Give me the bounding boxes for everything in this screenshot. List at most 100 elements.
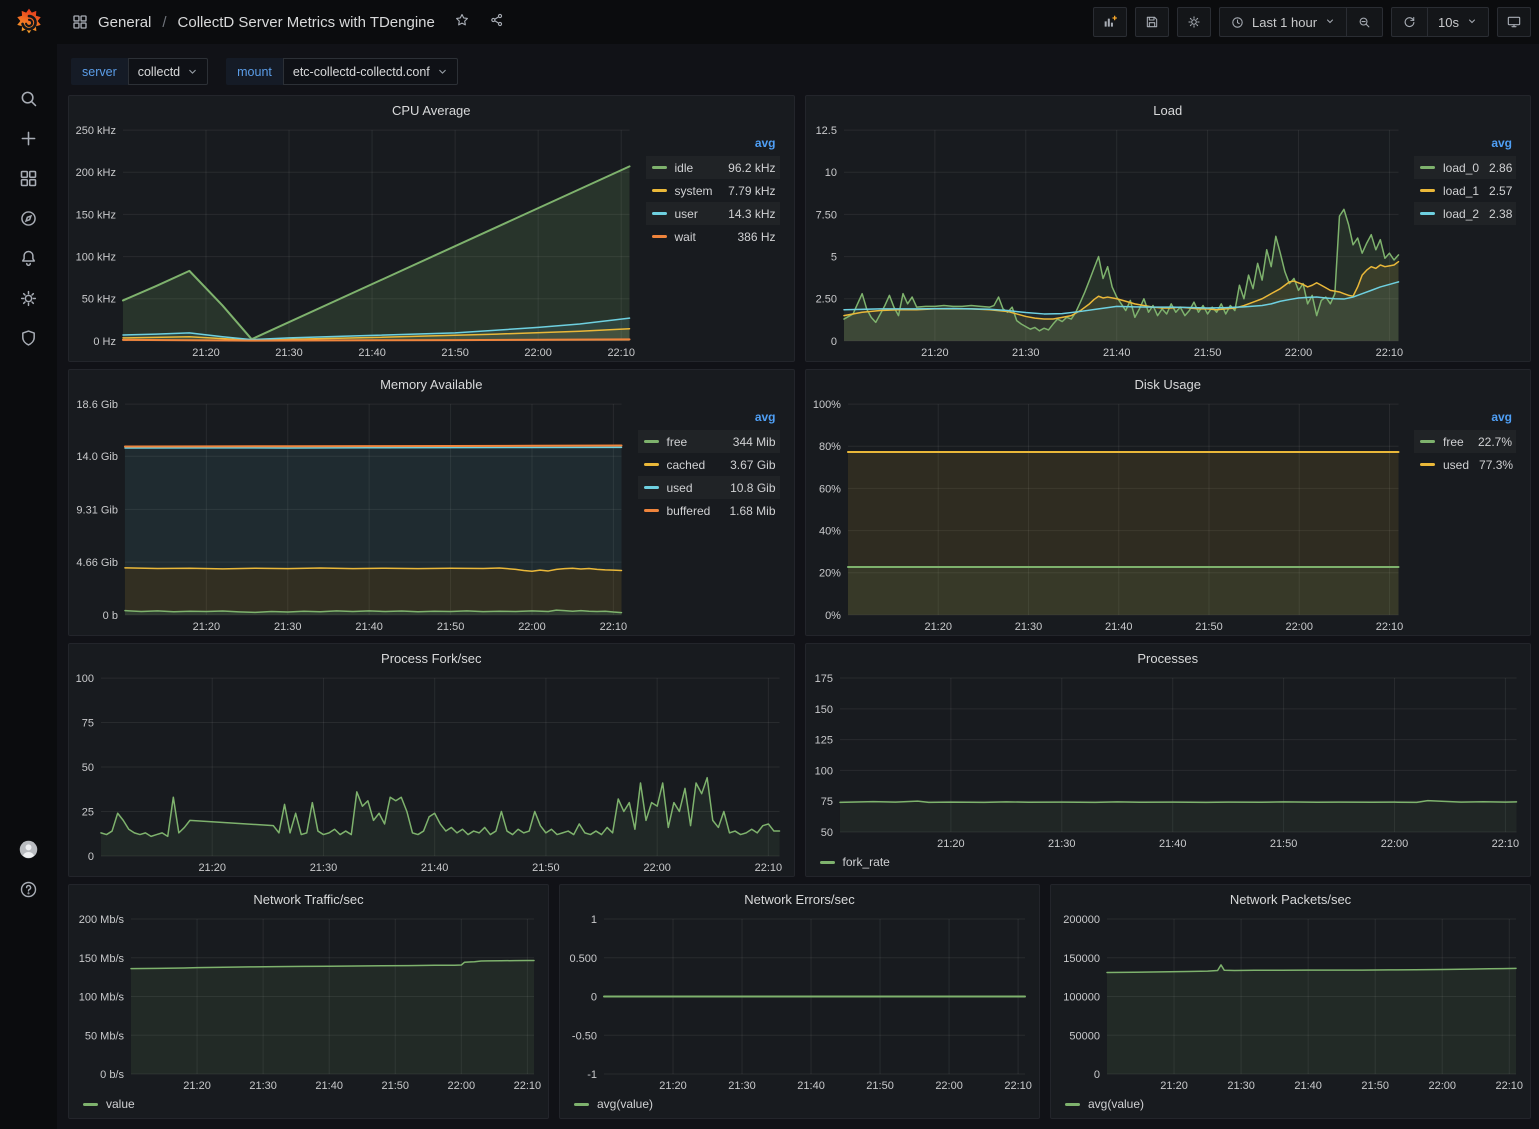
plus-icon[interactable]: [9, 126, 49, 150]
chart-canvas[interactable]: 0%20%40%60%80%100%21:2021:3021:4021:5022…: [806, 394, 1413, 635]
legend-item-avg-value[interactable]: avg(value): [1065, 1094, 1144, 1114]
configuration-gear-icon[interactable]: [9, 286, 49, 310]
legend-avg-header[interactable]: avg: [1414, 408, 1516, 430]
y-tick-label: -1: [587, 1069, 597, 1081]
legend-item-wait[interactable]: wait386 Hz: [646, 225, 780, 248]
series-color-dash: [1420, 440, 1435, 443]
chart-canvas[interactable]: 05000010000015000020000021:2021:3021:402…: [1051, 909, 1530, 1094]
save-dashboard-button[interactable]: [1135, 7, 1169, 37]
y-tick-label: 25: [82, 806, 94, 818]
legend-item-system[interactable]: system7.79 kHz: [646, 179, 780, 202]
explore-compass-icon[interactable]: [9, 206, 49, 230]
legend-item-buffered[interactable]: buffered1.68 Mib: [638, 499, 780, 522]
series-color-dash: [820, 861, 835, 864]
panel-cpu-average: CPU Average0 Hz50 kHz100 kHz150 kHz200 k…: [68, 95, 795, 362]
legend-item-user[interactable]: user14.3 kHz: [646, 202, 780, 225]
x-tick-label: 21:50: [1361, 1080, 1389, 1092]
server-admin-shield-icon[interactable]: [9, 326, 49, 350]
legend-item-cached[interactable]: cached3.67 Gib: [638, 453, 780, 476]
chart-canvas[interactable]: 0 Hz50 kHz100 kHz150 kHz200 kHz250 kHz21…: [69, 120, 644, 361]
legend-avg-header[interactable]: avg: [646, 134, 780, 156]
grafana-logo[interactable]: [12, 6, 46, 40]
legend-item-used[interactable]: used10.8 Gib: [638, 476, 780, 499]
panel-title[interactable]: Disk Usage: [806, 370, 1531, 394]
panel-title[interactable]: Network Packets/sec: [1051, 885, 1530, 909]
legend-item-free[interactable]: free344 Mib: [638, 430, 780, 453]
y-tick-label: 200 Mb/s: [79, 914, 125, 926]
alerting-bell-icon[interactable]: [9, 246, 49, 270]
dashboards-icon[interactable]: [9, 166, 49, 190]
dashboard-settings-button[interactable]: [1177, 7, 1211, 37]
panel-disk-usage: Disk Usage0%20%40%60%80%100%21:2021:3021…: [805, 369, 1532, 636]
legend-avg-value: 2.57: [1479, 184, 1512, 198]
add-panel-button[interactable]: [1093, 7, 1127, 37]
y-tick-label: 0 b/s: [100, 1069, 124, 1081]
cycle-view-mode-button[interactable]: [1497, 7, 1531, 37]
x-tick-label: 22:00: [1380, 838, 1408, 850]
legend-avg-value: 14.3 kHz: [718, 207, 775, 221]
series-color-dash: [644, 486, 659, 489]
time-range-picker[interactable]: Last 1 hour: [1220, 8, 1346, 36]
legend-item-free[interactable]: free22.7%: [1414, 430, 1516, 453]
x-tick-label: 21:40: [797, 1080, 825, 1092]
user-avatar[interactable]: [9, 837, 49, 861]
y-tick-label: 0: [830, 336, 836, 348]
y-tick-label: 100 Mb/s: [79, 992, 125, 1004]
chart-canvas[interactable]: -1-0.5000.500121:2021:3021:4021:5022:002…: [560, 909, 1039, 1094]
breadcrumb-folder[interactable]: General: [98, 14, 151, 31]
chart-canvas[interactable]: 025507510021:2021:3021:4021:5022:0022:10: [69, 668, 794, 876]
series-color-dash: [652, 166, 667, 169]
legend-item-load-2[interactable]: load_22.38: [1414, 202, 1516, 225]
x-tick-label: 22:10: [1491, 838, 1519, 850]
refresh-interval-picker[interactable]: 10s: [1427, 8, 1488, 36]
help-icon[interactable]: [9, 877, 49, 901]
y-tick-label: 75: [820, 796, 832, 808]
panel-title[interactable]: Memory Available: [69, 370, 794, 394]
legend-avg-value: 344 Mib: [723, 435, 776, 449]
variable-mount-value[interactable]: etc-collectd-collectd.conf: [283, 58, 458, 85]
legend-item-load-1[interactable]: load_12.57: [1414, 179, 1516, 202]
legend-avg-value: 3.67 Gib: [720, 458, 775, 472]
panel-title[interactable]: Network Errors/sec: [560, 885, 1039, 909]
panel-legend: avgidle96.2 kHzsystem7.79 kHzuser14.3 kH…: [644, 120, 794, 361]
x-tick-label: 21:30: [1012, 347, 1040, 359]
x-tick-label: 22:00: [1284, 347, 1312, 359]
legend-item-avg-value[interactable]: avg(value): [574, 1094, 653, 1114]
legend-item-fork-rate[interactable]: fork_rate: [820, 852, 890, 872]
x-tick-label: 21:40: [1294, 1080, 1322, 1092]
legend-avg-header[interactable]: avg: [638, 408, 780, 430]
refresh-button[interactable]: [1392, 8, 1427, 36]
panel-title[interactable]: Load: [806, 96, 1531, 120]
panel-title[interactable]: Network Traffic/sec: [69, 885, 548, 909]
panel-title[interactable]: Processes: [806, 644, 1531, 668]
x-tick-label: 21:50: [1269, 838, 1297, 850]
legend-item-used[interactable]: used77.3%: [1414, 453, 1516, 476]
legend-avg-value: 386 Hz: [727, 230, 775, 244]
panel-title[interactable]: Process Fork/sec: [69, 644, 794, 668]
chart-canvas[interactable]: 0 b4.66 Gib9.31 Gib14.0 Gib18.6 Gib21:20…: [69, 394, 636, 635]
share-icon[interactable]: [489, 12, 505, 33]
star-icon[interactable]: [454, 12, 470, 33]
y-tick-label: 200000: [1063, 914, 1100, 926]
dashboard-title[interactable]: CollectD Server Metrics with TDengine: [178, 14, 435, 31]
legend-item-value[interactable]: value: [83, 1094, 135, 1114]
x-tick-label: 22:00: [448, 1080, 476, 1092]
chart-canvas[interactable]: 02.5057.501012.521:2021:3021:4021:5022:0…: [806, 120, 1413, 361]
panel-legend: value: [69, 1094, 548, 1118]
legend-series-name: idle: [675, 161, 694, 175]
x-tick-label: 21:30: [1227, 1080, 1255, 1092]
legend-item-load-0[interactable]: load_02.86: [1414, 156, 1516, 179]
panel-title[interactable]: CPU Average: [69, 96, 794, 120]
search-icon[interactable]: [9, 86, 49, 110]
chart-canvas[interactable]: 507510012515017521:2021:3021:4021:5022:0…: [806, 668, 1531, 852]
x-tick-label: 21:30: [1014, 621, 1041, 633]
template-variables-bar: server collectd mount etc-collectd-colle…: [57, 44, 1539, 95]
legend-item-idle[interactable]: idle96.2 kHz: [646, 156, 780, 179]
panel-legend: avgload_02.86load_12.57load_22.38: [1412, 120, 1530, 361]
x-tick-label: 21:50: [441, 347, 469, 359]
y-tick-label: 75: [82, 718, 94, 730]
chart-canvas[interactable]: 0 b/s50 Mb/s100 Mb/s150 Mb/s200 Mb/s21:2…: [69, 909, 548, 1094]
legend-avg-header[interactable]: avg: [1414, 134, 1516, 156]
variable-server-value[interactable]: collectd: [128, 58, 208, 85]
zoom-out-button[interactable]: [1346, 8, 1382, 36]
